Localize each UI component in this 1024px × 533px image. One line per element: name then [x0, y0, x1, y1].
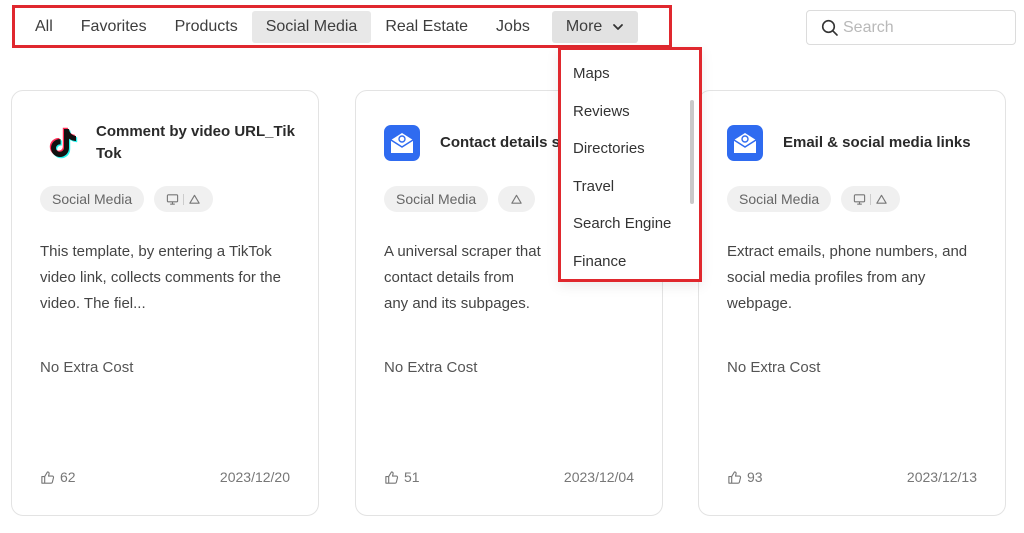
- category-tag: Social Media: [727, 186, 832, 212]
- platform-tag: [841, 186, 901, 212]
- more-dropdown-button[interactable]: More: [551, 10, 639, 43]
- category-tag: Social Media: [384, 186, 489, 212]
- more-dropdown-menu: Maps Reviews Directories Travel Search E…: [558, 47, 702, 282]
- search-icon: [821, 19, 838, 36]
- card-tags: Social Media: [40, 186, 214, 212]
- thumbs-up-icon: [385, 470, 399, 484]
- more-label: More: [565, 17, 603, 35]
- card-cost: No Extra Cost: [727, 359, 821, 376]
- thumbs-up-icon: [728, 470, 742, 484]
- card-description: This template, by entering a TikTok vide…: [40, 243, 281, 312]
- cloud-icon: [511, 194, 522, 204]
- category-tab-bar: All Favorites Products Social Media Real…: [12, 5, 672, 48]
- divider: [870, 193, 872, 205]
- card-description: Extract emails, phone numbers, and socia…: [727, 243, 968, 312]
- email-envelope-icon: [384, 125, 420, 161]
- like-button[interactable]: 93: [727, 469, 763, 485]
- tiktok-logo-icon: [40, 121, 84, 165]
- platform-tag: [154, 186, 214, 212]
- card-tags: Social Media: [727, 186, 901, 212]
- menu-item-reviews[interactable]: Reviews: [561, 98, 699, 136]
- card-date: 2023/12/04: [563, 469, 634, 485]
- cloud-icon: [189, 194, 200, 204]
- card-cost: No Extra Cost: [40, 359, 134, 376]
- search-box[interactable]: [806, 10, 1016, 45]
- menu-item-maps[interactable]: Maps: [561, 60, 699, 98]
- card-header: Email & social media links: [727, 121, 989, 161]
- desktop-icon: [853, 193, 866, 205]
- card-tags: Social Media: [384, 186, 536, 212]
- email-envelope-icon: [727, 125, 763, 161]
- card-title: Comment by video URL_TikTok: [96, 123, 295, 162]
- platform-tag: [498, 186, 536, 212]
- thumbs-up-icon: [41, 470, 55, 484]
- menu-item-search-engine[interactable]: Search Engine: [561, 210, 699, 248]
- like-button[interactable]: 62: [40, 469, 76, 485]
- dropdown-scrollbar[interactable]: [690, 100, 694, 204]
- tab-products[interactable]: Products: [161, 11, 252, 43]
- category-tag: Social Media: [40, 186, 145, 212]
- template-card[interactable]: Email & social media links Social Media …: [698, 90, 1006, 516]
- like-count: 62: [60, 469, 76, 485]
- card-cost: No Extra Cost: [384, 359, 478, 376]
- menu-item-finance[interactable]: Finance: [561, 248, 699, 286]
- card-date: 2023/12/20: [219, 469, 290, 485]
- tab-jobs[interactable]: Jobs: [482, 11, 544, 43]
- card-header: Comment by video URL_TikTok: [40, 121, 302, 165]
- like-count: 51: [404, 469, 420, 485]
- menu-item-travel[interactable]: Travel: [561, 173, 699, 211]
- chevron-down-icon: [613, 23, 624, 30]
- divider: [183, 193, 185, 205]
- like-button[interactable]: 51: [384, 469, 420, 485]
- card-description: A universal scraper that contact details…: [384, 243, 541, 312]
- menu-item-directories[interactable]: Directories: [561, 135, 699, 173]
- desktop-icon: [166, 193, 179, 205]
- card-title: Email & social media links: [783, 134, 971, 151]
- template-card[interactable]: Comment by video URL_TikTok Social Media…: [11, 90, 319, 516]
- cloud-icon: [876, 194, 887, 204]
- tab-real-estate[interactable]: Real Estate: [371, 11, 482, 43]
- like-count: 93: [747, 469, 763, 485]
- search-input[interactable]: [843, 18, 1003, 37]
- tab-all[interactable]: All: [21, 11, 67, 43]
- card-title: Contact details s: [440, 134, 561, 151]
- tab-social-media[interactable]: Social Media: [251, 10, 372, 43]
- card-date: 2023/12/13: [906, 469, 977, 485]
- tab-favorites[interactable]: Favorites: [67, 11, 161, 43]
